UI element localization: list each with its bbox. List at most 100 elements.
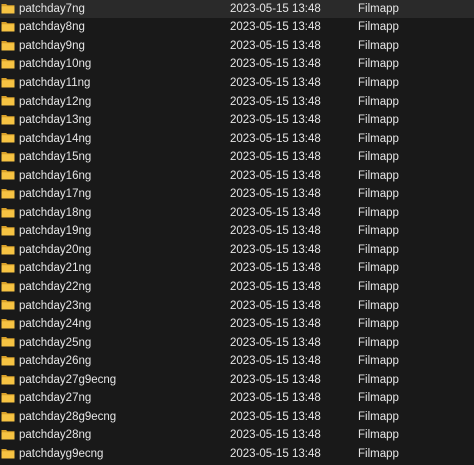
file-name: patchday26ng: [19, 355, 92, 368]
file-row[interactable]: patchday8ng 2023-05-15 13:48 Filmapp: [0, 18, 474, 37]
date-modified: 2023-05-15 13:48: [230, 58, 321, 71]
file-type: Filmapp: [358, 318, 399, 331]
date-modified: 2023-05-15 13:48: [230, 243, 321, 256]
file-type: Filmapp: [358, 281, 399, 294]
file-type: Filmapp: [358, 429, 399, 442]
folder-icon: [1, 77, 15, 88]
file-type: Filmapp: [358, 392, 399, 405]
folder-icon: [1, 22, 15, 32]
file-name: patchday25ng: [19, 336, 92, 349]
date-modified: 2023-05-15 13:48: [230, 225, 321, 238]
file-name: patchday12ng: [19, 95, 92, 108]
file-type: Filmapp: [358, 373, 399, 386]
file-row[interactable]: patchday27g9ecng 2023-05-15 13:48 Filmapp: [0, 371, 474, 390]
folder-icon: [1, 430, 15, 440]
date-modified: 2023-05-15 13:48: [230, 2, 321, 15]
file-name: patchday11ng: [19, 76, 91, 89]
file-row[interactable]: patchday20ng 2023-05-15 13:48 Filmapp: [0, 241, 474, 260]
folder-icon: [1, 40, 15, 51]
file-type: Filmapp: [358, 299, 399, 312]
file-row[interactable]: patchday10ng 2023-05-15 13:48 Filmapp: [0, 55, 474, 74]
date-modified: 2023-05-15 13:48: [230, 206, 321, 219]
file-name: patchday27ng: [19, 392, 92, 405]
file-name: patchday15ng: [19, 151, 92, 164]
file-name: patchday24ng: [19, 318, 92, 331]
file-row[interactable]: patchday24ng 2023-05-15 13:48 Filmapp: [0, 315, 474, 334]
file-row[interactable]: patchday18ng 2023-05-15 13:48 Filmapp: [0, 204, 474, 223]
file-name: patchday8ng: [19, 21, 85, 34]
file-name: patchday20ng: [19, 243, 92, 256]
file-row[interactable]: patchday7ng 2023-05-15 13:48 Filmapp: [0, 0, 474, 19]
date-modified: 2023-05-15 13:48: [230, 336, 321, 349]
file-type: Filmapp: [358, 2, 399, 15]
folder-icon: [1, 318, 15, 329]
file-row[interactable]: patchday17ng 2023-05-15 13:48 Filmapp: [0, 185, 474, 204]
date-modified: 2023-05-15 13:48: [230, 188, 321, 201]
file-type: Filmapp: [358, 355, 399, 368]
file-list: patchday7ng 2023-05-15 13:48 Filmapp patchd…: [0, 0, 474, 465]
file-row[interactable]: patchday28g9ecng 2023-05-15 13:48 Filmapp: [0, 408, 474, 427]
file-row[interactable]: patchday9ng 2023-05-15 13:48 Filmapp: [0, 37, 474, 56]
file-type: Filmapp: [358, 151, 399, 164]
file-row[interactable]: patchday21ng 2023-05-15 13:48 Filmapp: [0, 259, 474, 278]
file-row[interactable]: patchdayg9ecng 2023-05-15 13:48 Filmapp: [0, 445, 474, 464]
file-name: patchday27g9ecng: [19, 373, 117, 386]
folder-icon: [1, 151, 15, 162]
date-modified: 2023-05-15 13:48: [230, 447, 321, 460]
folder-icon: [1, 355, 15, 366]
file-row[interactable]: patchday19ng 2023-05-15 13:48 Filmapp: [0, 222, 474, 241]
date-modified: 2023-05-15 13:48: [230, 429, 321, 442]
file-type: Filmapp: [358, 188, 399, 201]
folder-icon: [1, 114, 15, 125]
file-type: Filmapp: [358, 39, 399, 52]
file-name: patchday18ng: [19, 206, 92, 219]
date-modified: 2023-05-15 13:48: [230, 318, 321, 331]
file-row[interactable]: patchday15ng 2023-05-15 13:48 Filmapp: [0, 148, 474, 167]
file-name: patchday13ng: [19, 114, 92, 127]
file-type: Filmapp: [358, 95, 399, 108]
file-type: Filmapp: [358, 336, 399, 349]
folder-icon: [1, 281, 15, 292]
file-row[interactable]: patchday12ng 2023-05-15 13:48 Filmapp: [0, 92, 474, 111]
folder-icon: [1, 263, 15, 273]
file-name: patchday17ng: [19, 188, 92, 201]
date-modified: 2023-05-15 13:48: [230, 21, 321, 34]
file-row[interactable]: patchday28ng 2023-05-15 13:48 Filmapp: [0, 426, 474, 445]
file-type: Filmapp: [358, 132, 399, 145]
file-name: patchday28ng: [19, 429, 92, 442]
date-modified: 2023-05-15 13:48: [230, 355, 321, 368]
date-modified: 2023-05-15 13:48: [230, 262, 321, 275]
file-type: Filmapp: [358, 243, 399, 256]
folder-icon: [1, 3, 15, 13]
file-type: Filmapp: [358, 21, 399, 34]
file-row[interactable]: patchday25ng 2023-05-15 13:48 Filmapp: [0, 333, 474, 352]
date-modified: 2023-05-15 13:48: [230, 392, 321, 405]
file-name: patchday19ng: [19, 225, 92, 238]
file-name: patchday7ng: [19, 2, 85, 15]
date-modified: 2023-05-15 13:48: [230, 114, 321, 127]
folder-icon: [1, 133, 15, 143]
file-name: patchdayg9ecng: [19, 447, 104, 460]
file-name: patchday23ng: [19, 299, 92, 312]
date-modified: 2023-05-15 13:48: [230, 151, 321, 164]
file-row[interactable]: patchday23ng 2023-05-15 13:48 Filmapp: [0, 296, 474, 315]
file-name: patchday21ng: [19, 262, 92, 275]
file-row[interactable]: patchday22ng 2023-05-15 13:48 Filmapp: [0, 278, 474, 297]
date-modified: 2023-05-15 13:48: [230, 39, 321, 52]
file-name: patchday16ng: [19, 169, 92, 182]
file-row[interactable]: patchday14ng 2023-05-15 13:48 Filmapp: [0, 129, 474, 148]
date-modified: 2023-05-15 13:48: [230, 132, 321, 145]
file-row[interactable]: patchday13ng 2023-05-15 13:48 Filmapp: [0, 111, 474, 130]
folder-icon: [1, 300, 15, 310]
file-type: Filmapp: [358, 262, 399, 275]
file-row[interactable]: patchday27ng 2023-05-15 13:48 Filmapp: [0, 389, 474, 408]
file-row[interactable]: patchday26ng 2023-05-15 13:48 Filmapp: [0, 352, 474, 371]
date-modified: 2023-05-15 13:48: [230, 281, 321, 294]
file-row[interactable]: patchday11ng 2023-05-15 13:48 Filmapp: [0, 74, 474, 93]
file-row[interactable]: patchday16ng 2023-05-15 13:48 Filmapp: [0, 166, 474, 185]
file-type: Filmapp: [358, 410, 399, 423]
file-name: patchday14ng: [19, 132, 92, 145]
folder-icon: [1, 226, 15, 236]
folder-icon: [1, 244, 15, 255]
folder-icon: [1, 411, 15, 422]
